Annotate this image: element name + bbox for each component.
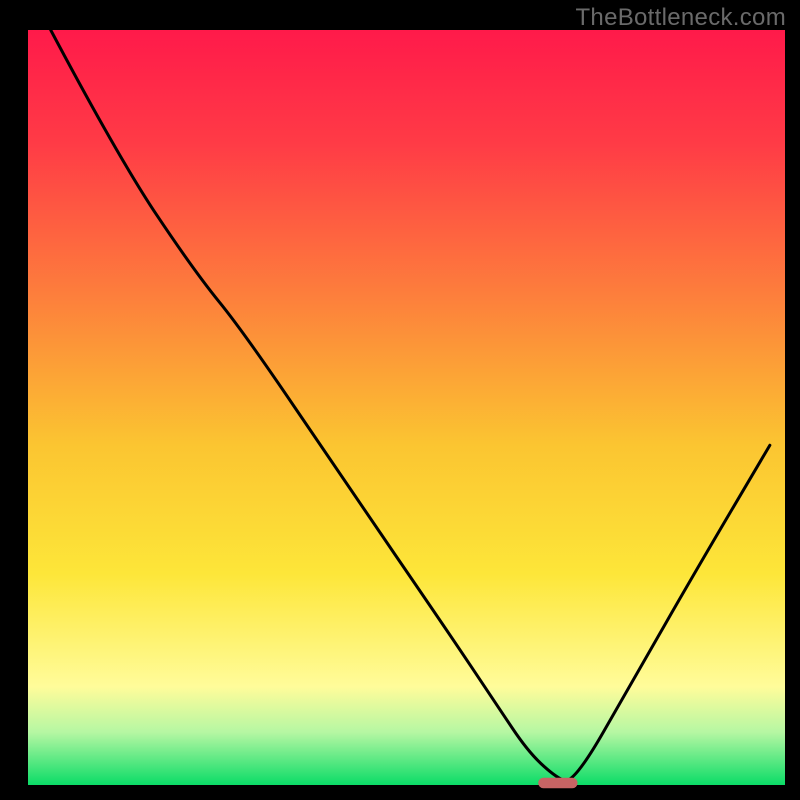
watermark-text: TheBottleneck.com [575, 4, 786, 32]
chart-container: TheBottleneck.com [0, 0, 800, 800]
optimal-point-marker [538, 778, 577, 789]
bottleneck-chart [0, 0, 800, 800]
chart-gradient-background [28, 30, 785, 785]
